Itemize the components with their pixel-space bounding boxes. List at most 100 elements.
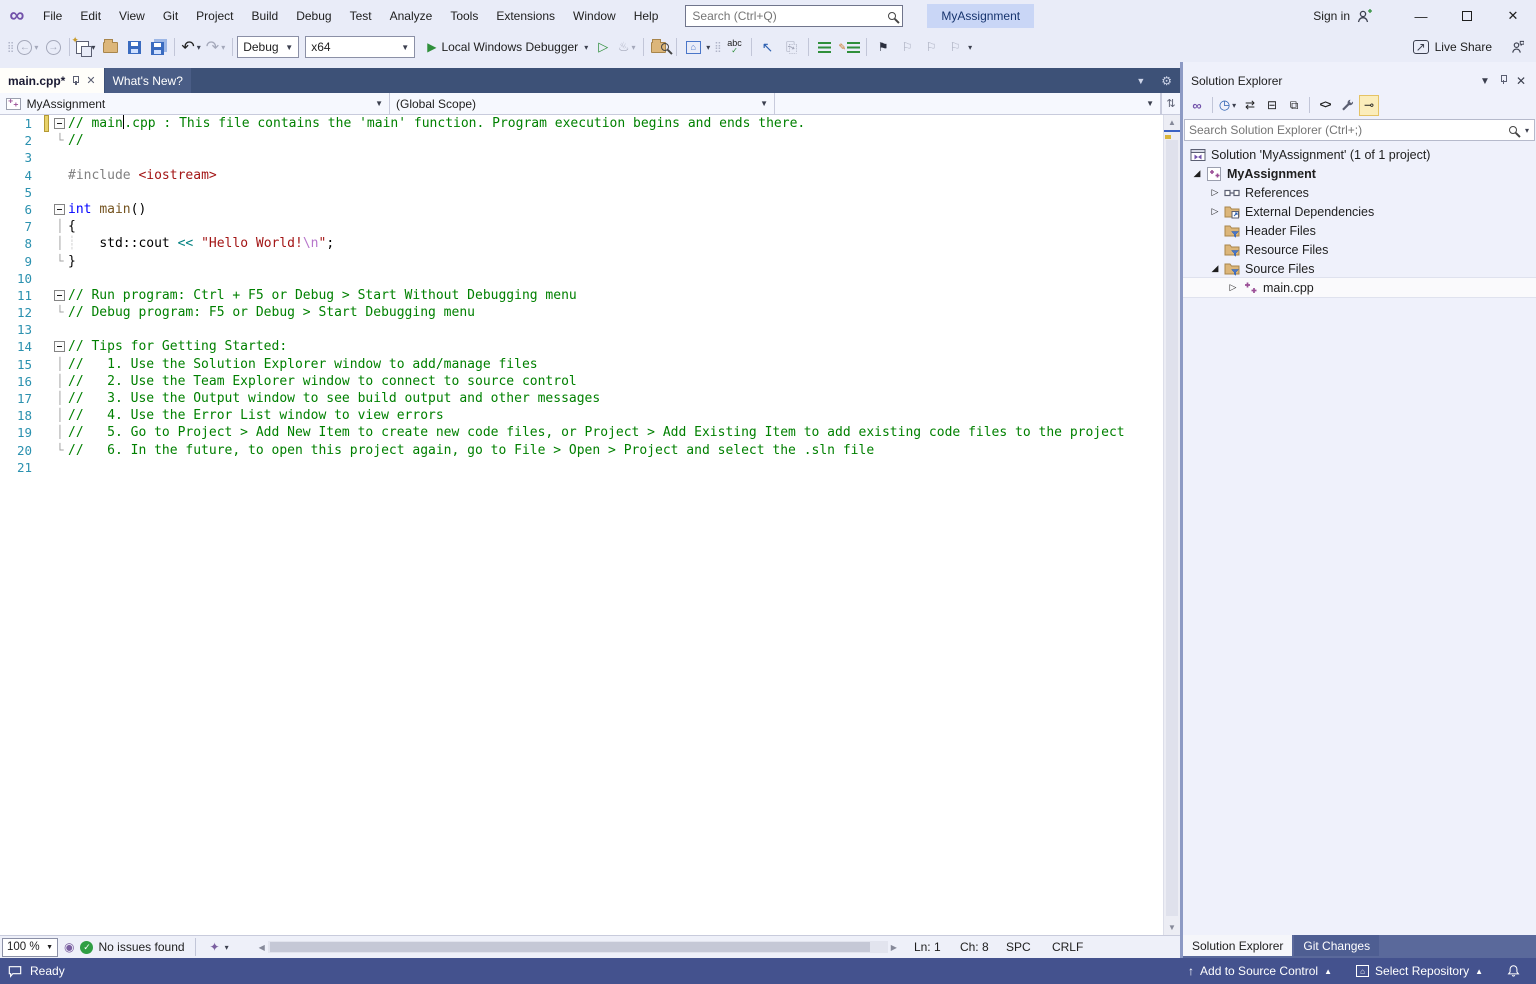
scroll-down-icon[interactable]: ▼ — [1168, 920, 1176, 935]
search-options-dropdown-icon[interactable]: ▾ — [1524, 126, 1530, 135]
minimize-button[interactable]: — — [1398, 0, 1444, 32]
live-share-button[interactable]: ↗ Live Share — [1411, 35, 1494, 59]
scroll-left-icon[interactable]: ◀ — [256, 943, 268, 952]
caret-line-indicator[interactable]: Ln: 1 — [914, 940, 960, 954]
panel-menu-dropdown-icon[interactable]: ▼ — [1476, 76, 1494, 87]
restore-button[interactable] — [1444, 0, 1490, 32]
tree-item-main-cpp[interactable]: ▷main.cpp — [1183, 278, 1536, 297]
save-button[interactable] — [122, 35, 146, 59]
clear-bookmarks-button[interactable]: ⚐ — [943, 35, 967, 59]
fold-toggle[interactable] — [54, 341, 65, 352]
fold-toggle[interactable] — [54, 204, 65, 215]
chevron-down-icon[interactable]: ▾ — [1231, 101, 1237, 110]
menu-debug[interactable]: Debug — [287, 0, 340, 32]
member-scope-combo[interactable]: ▼ — [775, 93, 1161, 114]
code-line[interactable]: 14// Tips for Getting Started: — [0, 338, 1163, 355]
vertical-scrollbar[interactable]: ▲ ▼ — [1163, 115, 1180, 935]
tree-expand-icon[interactable]: ▷ — [1207, 206, 1223, 217]
open-file-button[interactable] — [98, 35, 122, 59]
code-line[interactable]: 15│// 1. Use the Solution Explorer windo… — [0, 356, 1163, 373]
solution-explorer-shortcut-button[interactable]: ⌂ — [681, 35, 705, 59]
code-cleanup-dropdown-icon[interactable]: ▾ — [224, 943, 230, 952]
menu-project[interactable]: Project — [187, 0, 242, 32]
tree-item-source-files[interactable]: ◢Source Files — [1183, 259, 1536, 278]
quick-search-box[interactable] — [685, 5, 903, 27]
code-line[interactable]: 17│// 3. Use the Output window to see bu… — [0, 390, 1163, 407]
scrollbar-track[interactable] — [268, 941, 888, 953]
close-icon[interactable]: ✕ — [1512, 74, 1530, 88]
add-to-source-control-button[interactable]: ↑ Add to Source Control ▲ — [1176, 958, 1344, 984]
menu-extensions[interactable]: Extensions — [487, 0, 564, 32]
previous-bookmark-button[interactable]: ⚐ — [895, 35, 919, 59]
code-line[interactable]: 21 — [0, 459, 1163, 476]
code-line[interactable]: 18│// 4. Use the Error List window to vi… — [0, 407, 1163, 424]
solution-platform-combo[interactable]: x64 ▼ — [305, 36, 415, 58]
find-in-files-button[interactable] — [648, 35, 672, 59]
menu-build[interactable]: Build — [243, 0, 288, 32]
line-ending-indicator[interactable]: CRLF — [1052, 940, 1098, 954]
tree-item-external-dependencies[interactable]: ▷External Dependencies — [1183, 202, 1536, 221]
code-line[interactable]: 7│{ — [0, 218, 1163, 235]
back-dropdown-icon[interactable]: ▾ — [33, 43, 39, 52]
pending-changes-filter-button[interactable]: ◷▾ — [1218, 95, 1238, 116]
menu-edit[interactable]: Edit — [71, 0, 110, 32]
solution-configuration-combo[interactable]: Debug ▼ — [237, 36, 299, 58]
code-cleanup-broom-icon[interactable]: ✦ — [206, 940, 224, 954]
menu-help[interactable]: Help — [625, 0, 668, 32]
properties-button[interactable] — [1337, 95, 1357, 116]
menu-file[interactable]: File — [34, 0, 71, 32]
tab-list-dropdown-icon[interactable]: ▼ — [1128, 76, 1153, 86]
code-line[interactable]: 11// Run program: Ctrl + F5 or Debug > S… — [0, 287, 1163, 304]
solution-name-chip[interactable]: MyAssignment — [927, 4, 1034, 28]
code-editor[interactable]: 1// main.cpp : This file contains the 'm… — [0, 115, 1163, 935]
zoom-level-combo[interactable]: 100 % ▼ — [2, 938, 58, 957]
menu-view[interactable]: View — [110, 0, 154, 32]
new-project-button[interactable]: ▾ — [74, 35, 98, 59]
undo-button[interactable]: ↶▾ — [179, 35, 203, 59]
sign-in-button[interactable]: Sign in — [1313, 9, 1372, 23]
notifications-button[interactable] — [1495, 958, 1536, 984]
tab-main-cpp[interactable]: main.cpp* ✕ — [0, 68, 104, 93]
toolbar-overflow-icon[interactable]: ▾ — [967, 43, 973, 52]
paste-special-button[interactable]: ⎘ — [780, 35, 804, 59]
show-all-files-button[interactable]: ⧉ — [1284, 95, 1304, 116]
hot-reload-button[interactable]: ♨▾ — [615, 35, 639, 59]
debug-target-dropdown-icon[interactable]: ▾ — [583, 43, 589, 52]
panel-tab-git-changes[interactable]: Git Changes — [1294, 935, 1379, 956]
collapse-all-button[interactable]: ⊟ — [1262, 95, 1282, 116]
tree-collapse-icon[interactable]: ◢ — [1189, 168, 1205, 179]
tab-whats-new[interactable]: What's New? — [105, 68, 191, 93]
sync-with-active-document-button[interactable]: ⇄ — [1240, 95, 1260, 116]
hot-reload-dropdown-icon[interactable]: ▾ — [631, 43, 637, 52]
menu-window[interactable]: Window — [564, 0, 625, 32]
horizontal-scrollbar[interactable]: ◀ ▶ — [256, 941, 900, 953]
format-selection-button[interactable]: ✎ — [837, 35, 863, 59]
code-line[interactable]: 2└// — [0, 132, 1163, 149]
solution-search-box[interactable]: ▾ — [1184, 119, 1535, 141]
code-line[interactable]: 19│// 5. Go to Project > Add New Item to… — [0, 424, 1163, 441]
indent-mode-indicator[interactable]: SPC — [1006, 940, 1052, 954]
panel-tab-solution-explorer[interactable]: Solution Explorer — [1183, 935, 1292, 956]
project-scope-combo[interactable]: ⁺₊ MyAssignment ▼ — [0, 93, 390, 114]
type-scope-combo[interactable]: (Global Scope) ▼ — [390, 93, 775, 114]
menu-test[interactable]: Test — [341, 0, 381, 32]
switch-views-button[interactable]: ∞ — [1187, 95, 1207, 116]
select-mode-button[interactable]: ↖ — [756, 35, 780, 59]
next-bookmark-button[interactable]: ⚐ — [919, 35, 943, 59]
solution-search-input[interactable] — [1189, 123, 1509, 137]
close-icon[interactable]: ✕ — [86, 74, 95, 87]
code-line[interactable]: 12└// Debug program: F5 or Debug > Start… — [0, 304, 1163, 321]
select-repository-button[interactable]: ⌂ Select Repository ▲ — [1344, 958, 1495, 984]
toolbar-grip[interactable]: ⣿ — [711, 42, 722, 53]
toggle-bookmark-button[interactable]: ⚑ — [871, 35, 895, 59]
code-line[interactable]: 8│┊ std::cout << "Hello World!\n"; — [0, 235, 1163, 252]
start-without-debugging-button[interactable]: ▷ — [591, 35, 615, 59]
menu-analyze[interactable]: Analyze — [381, 0, 442, 32]
split-editor-handle[interactable]: ⇅ — [1161, 93, 1180, 114]
tree-item-solution-myassignment-1-of-1-project[interactable]: Solution 'MyAssignment' (1 of 1 project) — [1183, 145, 1536, 164]
tree-expand-icon[interactable]: ▷ — [1225, 282, 1241, 293]
tree-expand-icon[interactable]: ▷ — [1207, 187, 1223, 198]
feedback-bubble-icon[interactable] — [8, 965, 22, 978]
zoom-health-icon[interactable]: ◉ — [58, 940, 80, 954]
code-line[interactable]: 20└// 6. In the future, to open this pro… — [0, 442, 1163, 459]
